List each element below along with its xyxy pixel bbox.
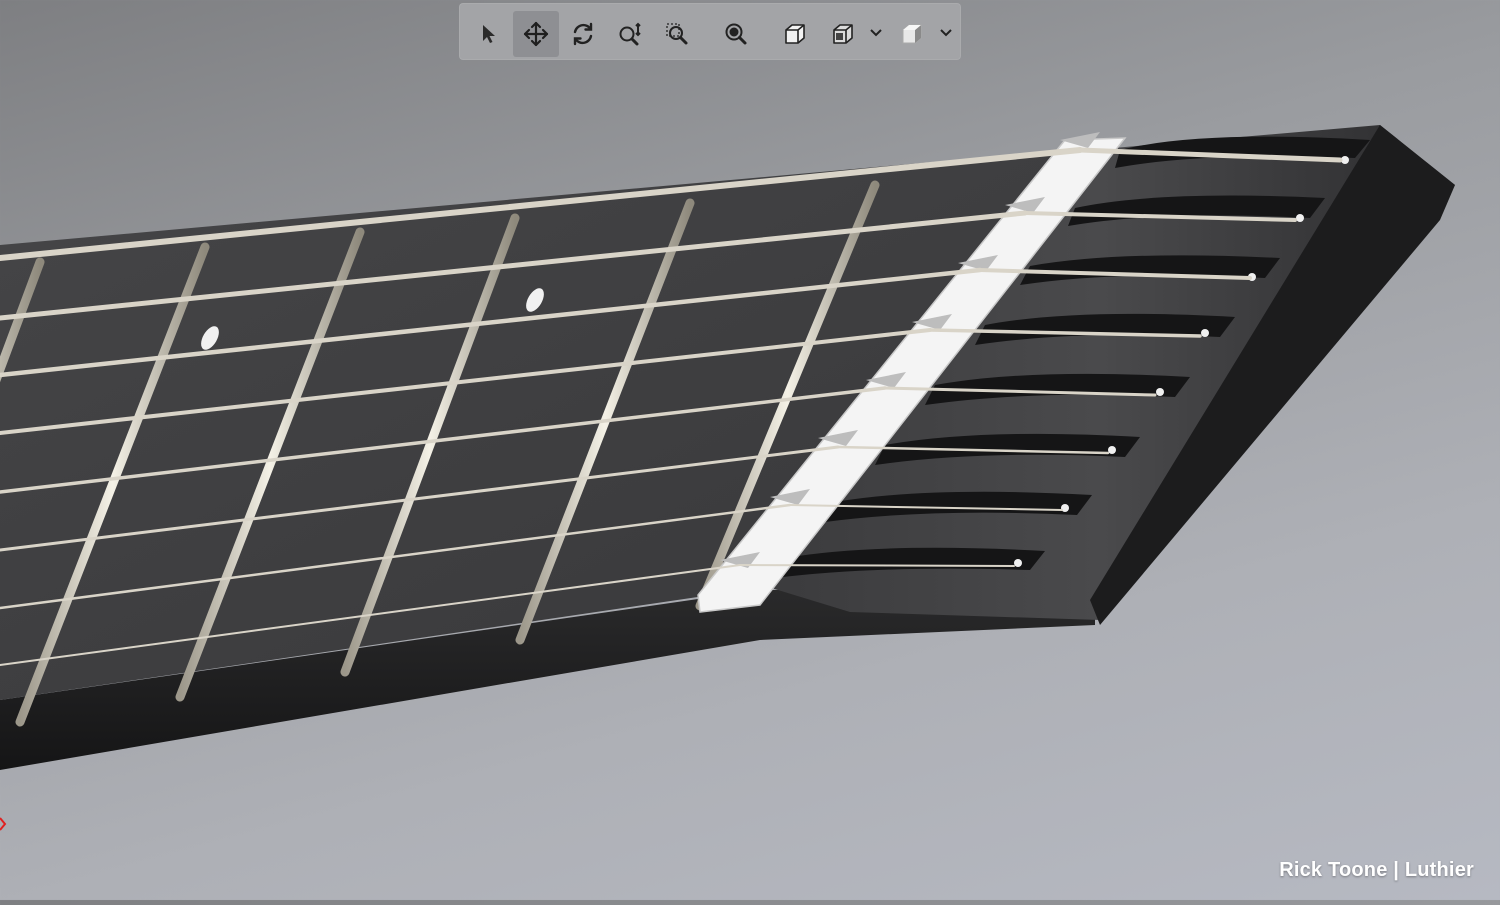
pan-tool-button[interactable] — [513, 11, 559, 57]
move-arrows-icon — [523, 21, 549, 47]
axis-triad-x-icon — [0, 817, 7, 831]
view-orientation-tool-button[interactable] — [772, 11, 818, 57]
display-style-icon — [833, 24, 853, 44]
shaded-view-tool-button[interactable] — [889, 11, 935, 57]
cube-view-icon — [785, 24, 805, 44]
display-style-chevron-down-icon[interactable] — [868, 27, 884, 39]
zoom-in-out-icon — [619, 22, 641, 46]
model-viewport[interactable] — [0, 0, 1500, 900]
zoom-in-out-tool-button[interactable] — [607, 11, 653, 57]
display-style-tool-button[interactable] — [820, 11, 866, 57]
author-watermark: Rick Toone | Luthier — [1279, 859, 1474, 881]
select-tool-button[interactable] — [465, 11, 511, 57]
zoom-to-fit-tool-button[interactable] — [713, 11, 759, 57]
view-toolbar — [459, 3, 961, 60]
shaded-cube-icon — [902, 24, 922, 44]
shaded-view-chevron-down-icon[interactable] — [938, 27, 954, 39]
zoom-to-area-tool-button[interactable] — [654, 11, 700, 57]
zoom-fit-icon — [725, 23, 747, 45]
guitar-neck-model — [0, 125, 1455, 770]
rotate-tool-button[interactable] — [560, 11, 606, 57]
rotate-icon — [573, 22, 593, 46]
pointer-arrow-icon — [483, 25, 495, 43]
zoom-area-icon — [666, 23, 688, 45]
